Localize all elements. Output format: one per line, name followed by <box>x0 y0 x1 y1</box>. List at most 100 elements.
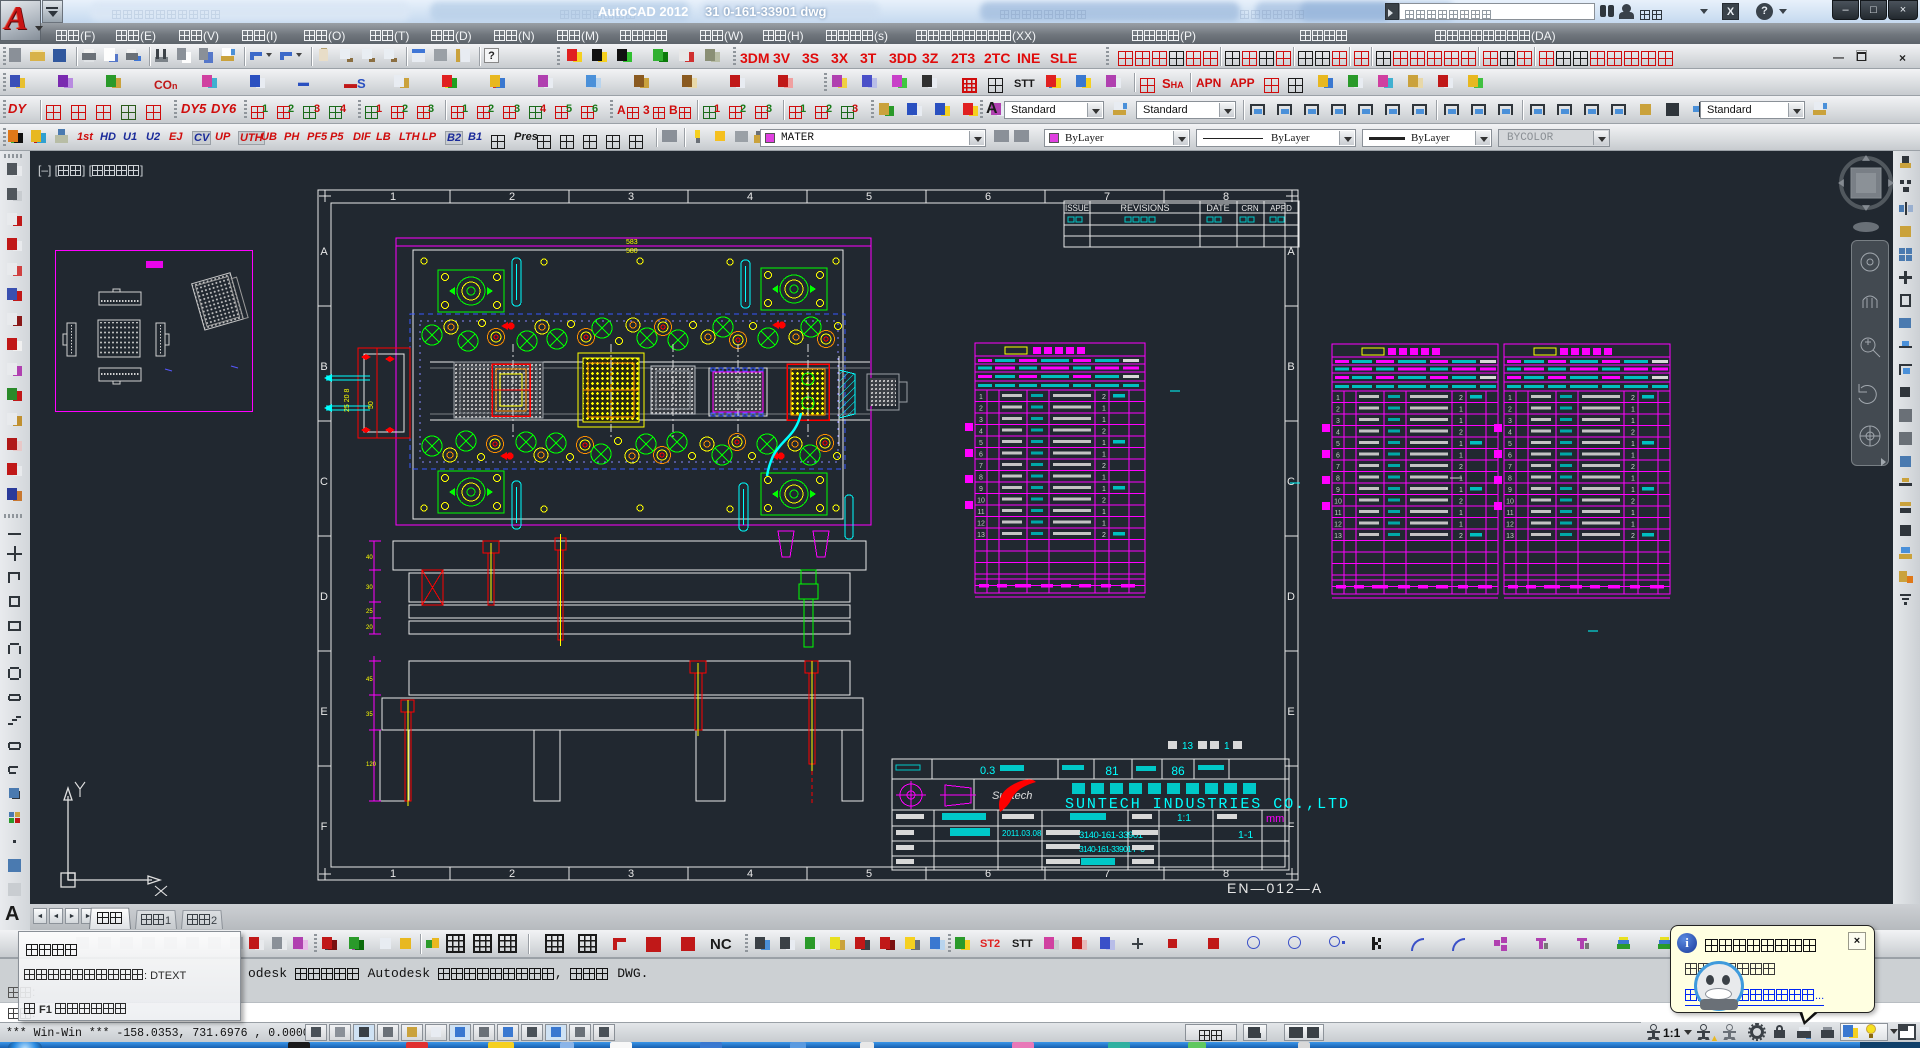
svg-text:9: 9 <box>979 486 983 493</box>
svg-text:4: 4 <box>1336 430 1340 437</box>
svg-text:2: 2 <box>1336 407 1340 414</box>
svg-text:2: 2 <box>1459 395 1463 402</box>
svg-text:11: 11 <box>977 509 984 516</box>
svg-text:40: 40 <box>366 555 373 561</box>
svg-text:1: 1 <box>1102 521 1106 528</box>
svg-text:8: 8 <box>979 475 983 482</box>
svg-text:D: D <box>1287 591 1295 603</box>
svg-text:2: 2 <box>1102 498 1106 505</box>
svg-text:1: 1 <box>1102 452 1106 459</box>
svg-text:APPD: APPD <box>1270 204 1292 213</box>
svg-text:1: 1 <box>979 394 983 401</box>
svg-text:2: 2 <box>979 406 983 413</box>
svg-text:3: 3 <box>1508 418 1512 425</box>
svg-text:1: 1 <box>1102 475 1106 482</box>
svg-text:A: A <box>1287 246 1295 258</box>
svg-text:A: A <box>320 246 328 258</box>
svg-text:50: 50 <box>368 401 375 409</box>
svg-text:1: 1 <box>1102 440 1106 447</box>
svg-text:10: 10 <box>1506 499 1514 506</box>
svg-text:2: 2 <box>1102 429 1106 436</box>
svg-text:1: 1 <box>1459 487 1463 494</box>
svg-text:1: 1 <box>1102 486 1106 493</box>
svg-text:1: 1 <box>1224 741 1230 752</box>
svg-text:5: 5 <box>979 440 983 447</box>
svg-text:8: 8 <box>1336 476 1340 483</box>
svg-text:2: 2 <box>1459 430 1463 437</box>
svg-text:45: 45 <box>366 677 373 683</box>
svg-text:CRN: CRN <box>1241 204 1259 213</box>
svg-text:1: 1 <box>1508 395 1512 402</box>
svg-text:13: 13 <box>1182 741 1194 752</box>
svg-text:2: 2 <box>1102 463 1106 470</box>
svg-text:2: 2 <box>1102 532 1106 539</box>
svg-text:1: 1 <box>1459 510 1463 517</box>
svg-text:REVISIONS: REVISIONS <box>1120 203 1169 213</box>
svg-text:3: 3 <box>628 868 634 880</box>
svg-text:3: 3 <box>1336 418 1340 425</box>
svg-text:35: 35 <box>366 712 373 718</box>
svg-text:81: 81 <box>1105 764 1119 778</box>
svg-text:EN—012—A: EN—012—A <box>1227 880 1323 896</box>
svg-text:8: 8 <box>1508 476 1512 483</box>
svg-text:12: 12 <box>1334 522 1342 529</box>
svg-text:10: 10 <box>977 498 985 505</box>
svg-text:E: E <box>1287 706 1294 718</box>
svg-text:1: 1 <box>1102 509 1106 516</box>
svg-text:3: 3 <box>979 417 983 424</box>
svg-text:E: E <box>320 706 327 718</box>
svg-text:13: 13 <box>1334 533 1342 540</box>
svg-text:·: · <box>1445 483 1448 494</box>
svg-text:13: 13 <box>977 532 985 539</box>
svg-text:B: B <box>1287 361 1294 373</box>
svg-text:1: 1 <box>1631 407 1635 414</box>
svg-text:C: C <box>1287 476 1295 488</box>
svg-text:2: 2 <box>1459 499 1463 506</box>
svg-text:6: 6 <box>979 452 983 459</box>
svg-text:2: 2 <box>509 868 515 880</box>
svg-text:12: 12 <box>977 521 985 528</box>
svg-text:1: 1 <box>1102 406 1106 413</box>
svg-text:6: 6 <box>1508 453 1512 460</box>
svg-text:2: 2 <box>1631 395 1635 402</box>
svg-text:1: 1 <box>1102 417 1106 424</box>
svg-text:1: 1 <box>1459 476 1463 483</box>
svg-text:1: 1 <box>390 868 396 880</box>
svg-text:7: 7 <box>1508 464 1512 471</box>
svg-text:mm: mm <box>1266 813 1284 825</box>
svg-text:4: 4 <box>747 191 753 203</box>
svg-text:11: 11 <box>1334 510 1341 517</box>
svg-text:7: 7 <box>1336 464 1340 471</box>
svg-text:6: 6 <box>985 191 991 203</box>
svg-text:2: 2 <box>1102 394 1106 401</box>
svg-text:2: 2 <box>1459 464 1463 471</box>
svg-text:1: 1 <box>1459 441 1463 448</box>
svg-text:580: 580 <box>626 248 638 255</box>
svg-text:ISSUE: ISSUE <box>1065 203 1089 213</box>
svg-text:2: 2 <box>1631 533 1635 540</box>
svg-text:2: 2 <box>1631 430 1635 437</box>
svg-text:3: 3 <box>628 191 634 203</box>
svg-text:583: 583 <box>626 239 638 246</box>
svg-text:25: 25 <box>366 609 373 615</box>
svg-text:4: 4 <box>1508 430 1512 437</box>
svg-text:4: 4 <box>747 868 753 880</box>
svg-text:2: 2 <box>1631 499 1635 506</box>
svg-text:120: 120 <box>366 762 377 768</box>
svg-text:9: 9 <box>1336 487 1340 494</box>
svg-text:5: 5 <box>866 191 872 203</box>
svg-text:2: 2 <box>1508 407 1512 414</box>
svg-text:1: 1 <box>1631 522 1635 529</box>
svg-text:F: F <box>321 821 328 833</box>
svg-text:0.3: 0.3 <box>980 765 995 777</box>
svg-text:SUNTECH INDUSTRIES CO.,LTD: SUNTECH INDUSTRIES CO.,LTD <box>1065 796 1348 813</box>
svg-text:1: 1 <box>1631 510 1635 517</box>
svg-text:5: 5 <box>1336 441 1340 448</box>
svg-text:86: 86 <box>1171 764 1185 778</box>
svg-text:1: 1 <box>1631 453 1635 460</box>
svg-text:6: 6 <box>1336 453 1340 460</box>
svg-text:1: 1 <box>1459 418 1463 425</box>
svg-text:D: D <box>320 591 328 603</box>
svg-text:1: 1 <box>1631 418 1635 425</box>
svg-text:10: 10 <box>1334 499 1342 506</box>
